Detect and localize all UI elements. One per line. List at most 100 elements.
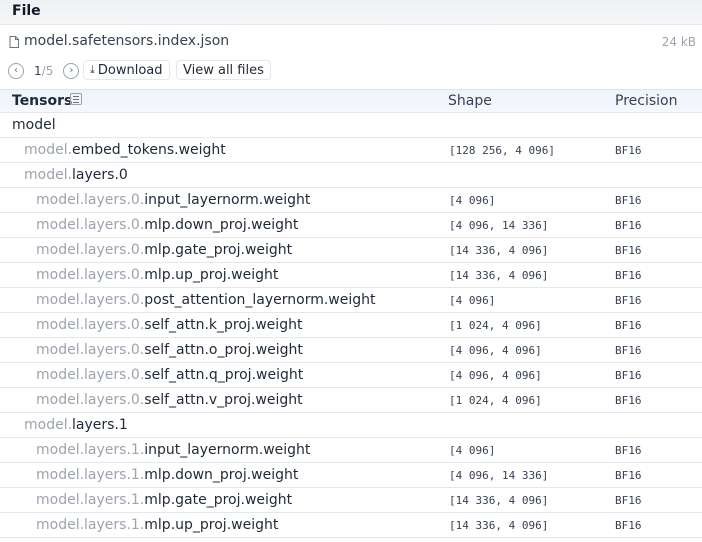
tensor-table: model model.embed_tokens.weight [128 256, … [0, 113, 702, 538]
tensor-name-prefix: model.layers.1. [36, 517, 145, 533]
view-all-files-button[interactable]: View all files [176, 60, 271, 80]
tensor-name-suffix: layers.1 [72, 417, 128, 433]
tensor-precision: BF16 [615, 294, 642, 307]
current-page: 1 [34, 64, 42, 78]
tensor-name: model.layers.0.mlp.down_proj.weight [36, 217, 298, 233]
tensor-name: model.layers.1 [24, 417, 128, 433]
tensor-precision: BF16 [615, 244, 642, 257]
tensor-shape: [4 096] [449, 194, 496, 207]
tensor-row[interactable]: model.layers.0.mlp.up_proj.weight [14 336… [0, 263, 702, 288]
tensor-name-prefix: model. [24, 142, 73, 158]
tensor-shape: [4 096] [449, 294, 496, 307]
file-panel-header: File [0, 0, 702, 25]
tensor-name: model.layers.0.self_attn.q_proj.weight [36, 367, 303, 383]
tensor-name-prefix: model.layers.0. [36, 292, 145, 308]
tensor-name-suffix: input_layernorm.weight [144, 442, 311, 458]
file-icon [9, 36, 19, 48]
tensor-name-prefix: model.layers.0. [36, 192, 145, 208]
tensor-precision: BF16 [615, 369, 642, 382]
header-precision: Precision [615, 93, 678, 109]
next-page-button[interactable]: › [63, 63, 80, 79]
tensor-name-prefix: model.layers.0. [36, 217, 145, 233]
tensor-row[interactable]: model.layers.0.self_attn.o_proj.weight [4… [0, 338, 702, 363]
tensor-name-suffix: post_attention_layernorm.weight [144, 292, 376, 308]
tensor-shape: [14 336, 4 096] [449, 244, 549, 257]
tensor-name-prefix: model.layers.1. [36, 467, 145, 483]
tensor-name-suffix: model [12, 117, 56, 133]
tensor-row[interactable]: model.layers.0.self_attn.q_proj.weight [4… [0, 363, 702, 388]
tensor-row[interactable]: model.layers.1.input_layernorm.weight [4 … [0, 438, 702, 463]
tensor-name: model.layers.0 [24, 167, 128, 183]
tensor-precision: BF16 [615, 144, 642, 157]
header-tensors: Tensors [12, 93, 73, 109]
tensor-shape: [128 256, 4 096] [449, 144, 555, 157]
tensor-precision: BF16 [615, 319, 642, 332]
group-row[interactable]: model.layers.1 [0, 413, 702, 438]
file-info-bar: model.safetensors.index.json 24 kB ‹ 1/5… [0, 25, 702, 89]
download-icon: ⤓ [90, 63, 95, 76]
tensor-shape: [14 336, 4 096] [449, 269, 549, 282]
tensor-name: model.layers.1.mlp.down_proj.weight [36, 467, 298, 483]
tensor-name: model.layers.0.self_attn.k_proj.weight [36, 317, 302, 333]
tensor-shape: [1 024, 4 096] [449, 319, 542, 332]
tensor-row[interactable]: model.layers.0.mlp.gate_proj.weight [14 3… [0, 238, 702, 263]
page-indicator: 1/5 [34, 64, 53, 78]
tensor-name: model.layers.0.self_attn.v_proj.weight [36, 392, 303, 408]
tensor-shape: [4 096, 14 336] [449, 219, 549, 232]
tensor-name-suffix: mlp.down_proj.weight [144, 217, 299, 233]
group-row[interactable]: model [0, 113, 702, 138]
tensor-precision: BF16 [615, 494, 642, 507]
download-button[interactable]: ⤓ Download [83, 60, 170, 80]
tensor-precision: BF16 [615, 519, 642, 532]
tensor-shape: [4 096] [449, 444, 496, 457]
file-size: 24 kB [661, 35, 696, 49]
tensor-row[interactable]: model.layers.1.mlp.down_proj.weight [4 09… [0, 463, 702, 488]
tensor-name-prefix: model.layers.0. [36, 367, 145, 383]
tensor-row[interactable]: model.layers.0.input_layernorm.weight [4 … [0, 188, 702, 213]
tensor-precision: BF16 [615, 344, 642, 357]
tensor-name-suffix: input_layernorm.weight [144, 192, 311, 208]
tensor-name: model.layers.1.mlp.gate_proj.weight [36, 492, 292, 508]
tensor-name-suffix: layers.0 [72, 167, 128, 183]
file-name[interactable]: model.safetensors.index.json [24, 33, 229, 49]
tensor-name: model.layers.0.post_attention_layernorm.… [36, 292, 376, 308]
tensor-name: model.layers.0.mlp.up_proj.weight [36, 267, 278, 283]
tensor-precision: BF16 [615, 394, 642, 407]
tensor-name-prefix: model.layers.0. [36, 342, 145, 358]
tensor-row[interactable]: model.embed_tokens.weight [128 256, 4 096… [0, 138, 702, 163]
tensor-precision: BF16 [615, 194, 642, 207]
tensor-precision: BF16 [615, 469, 642, 482]
prev-page-button[interactable]: ‹ [8, 63, 24, 79]
header-shape: Shape [448, 93, 492, 109]
tensor-name-suffix: mlp.up_proj.weight [144, 517, 279, 533]
chevron-right-icon: › [69, 65, 74, 76]
tensor-shape: [14 336, 4 096] [449, 494, 549, 507]
tensor-shape: [4 096, 4 096] [449, 344, 542, 357]
tensor-row[interactable]: model.layers.0.post_attention_layernorm.… [0, 288, 702, 313]
tensor-name-suffix: mlp.gate_proj.weight [144, 492, 293, 508]
tensor-name: model.layers.0.mlp.gate_proj.weight [36, 242, 292, 258]
tensor-name: model.layers.0.input_layernorm.weight [36, 192, 310, 208]
tensor-row[interactable]: model.layers.0.mlp.down_proj.weight [4 09… [0, 213, 702, 238]
tensor-row[interactable]: model.layers.1.mlp.gate_proj.weight [14 3… [0, 488, 702, 513]
tensor-name: model [12, 117, 56, 133]
tensor-name-prefix: model.layers.0. [36, 392, 145, 408]
group-row[interactable]: model.layers.0 [0, 163, 702, 188]
chevron-left-icon: ‹ [14, 65, 18, 76]
tensor-name-prefix: model.layers.1. [36, 492, 145, 508]
tensor-shape: [14 336, 4 096] [449, 519, 549, 532]
tensor-name-suffix: mlp.gate_proj.weight [144, 242, 293, 258]
tensor-name: model.embed_tokens.weight [24, 142, 226, 158]
tensor-row[interactable]: model.layers.0.self_attn.v_proj.weight [1… [0, 388, 702, 413]
tensor-row[interactable]: model.layers.1.mlp.up_proj.weight [14 336… [0, 513, 702, 538]
tensor-name-suffix: self_attn.k_proj.weight [144, 317, 303, 333]
tensor-row[interactable]: model.layers.0.self_attn.k_proj.weight [1… [0, 313, 702, 338]
tensor-name: model.layers.0.self_attn.o_proj.weight [36, 342, 303, 358]
pagination: ‹ 1/5 › [8, 61, 80, 81]
tensor-name: model.layers.1.input_layernorm.weight [36, 442, 310, 458]
tensor-name-prefix: model.layers.0. [36, 317, 145, 333]
view-all-files-label: View all files [183, 62, 264, 78]
tensor-name-prefix: model.layers.0. [36, 267, 145, 283]
tensor-name-prefix: model.layers.1. [36, 442, 145, 458]
menu-icon[interactable] [70, 93, 82, 105]
